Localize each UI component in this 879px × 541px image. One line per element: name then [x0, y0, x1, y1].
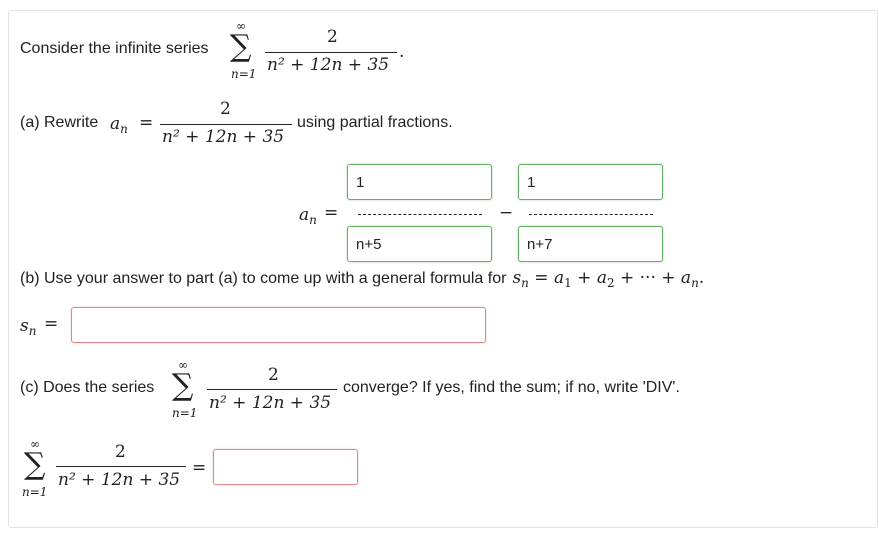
part-a-fraction-bar: [160, 124, 292, 125]
fraction-1-bar: [358, 214, 482, 215]
numerator-1-input[interactable]: 1: [347, 164, 492, 200]
part-a-denominator: n² + 12n + 35: [162, 127, 285, 147]
part-a-suffix: using partial fractions.: [297, 114, 453, 131]
part-c-sigma-lower: n=1: [172, 406, 198, 420]
part-a-an-equals: =: [324, 203, 339, 223]
denominator-1-input[interactable]: n+5: [347, 226, 492, 262]
part-c-denominator: n² + 12n + 35: [209, 393, 332, 413]
intro-sigma: ∑: [230, 29, 252, 64]
sn-equals: =: [44, 314, 59, 334]
fraction-2-bar: [529, 214, 653, 215]
part-a-equals: =: [139, 113, 154, 133]
intro-fraction-bar: [265, 52, 397, 53]
part-c-prefix: (c) Does the series: [20, 379, 155, 396]
denominator-2-input[interactable]: n+7: [518, 226, 663, 262]
part-a-numerator: 2: [220, 99, 231, 119]
numerator-2-input[interactable]: 1: [518, 164, 663, 200]
minus-sign: −: [499, 203, 514, 223]
part-a-an-label: an: [299, 205, 317, 227]
intro-denominator: n² + 12n + 35: [267, 55, 390, 75]
sum-denominator: n² + 12n + 35: [58, 470, 181, 490]
part-b-text: (b) Use your answer to part (a) to come …: [20, 268, 705, 290]
part-c-suffix: converge? If yes, find the sum; if no, w…: [343, 379, 680, 396]
part-c-sigma: ∑: [172, 368, 194, 403]
sum-sigma-lower: n=1: [22, 485, 48, 499]
intro-numerator: 2: [327, 27, 338, 47]
sum-fraction-bar: [56, 466, 186, 467]
intro-sigma-lower: n=1: [231, 67, 257, 81]
sn-label: sn: [20, 316, 37, 338]
sum-answer-input[interactable]: [213, 449, 358, 485]
sum-numerator: 2: [115, 442, 126, 462]
part-c-fraction-bar: [207, 389, 337, 390]
intro-text: Consider the infinite series: [20, 40, 209, 57]
part-a-an: an: [110, 114, 128, 136]
part-a-label: (a) Rewrite: [20, 114, 99, 131]
sum-equals: =: [192, 458, 207, 478]
intro-period: .: [399, 42, 405, 62]
part-c-numerator: 2: [268, 365, 279, 385]
sum-sigma: ∑: [24, 447, 46, 482]
sn-answer-input[interactable]: [71, 307, 486, 343]
